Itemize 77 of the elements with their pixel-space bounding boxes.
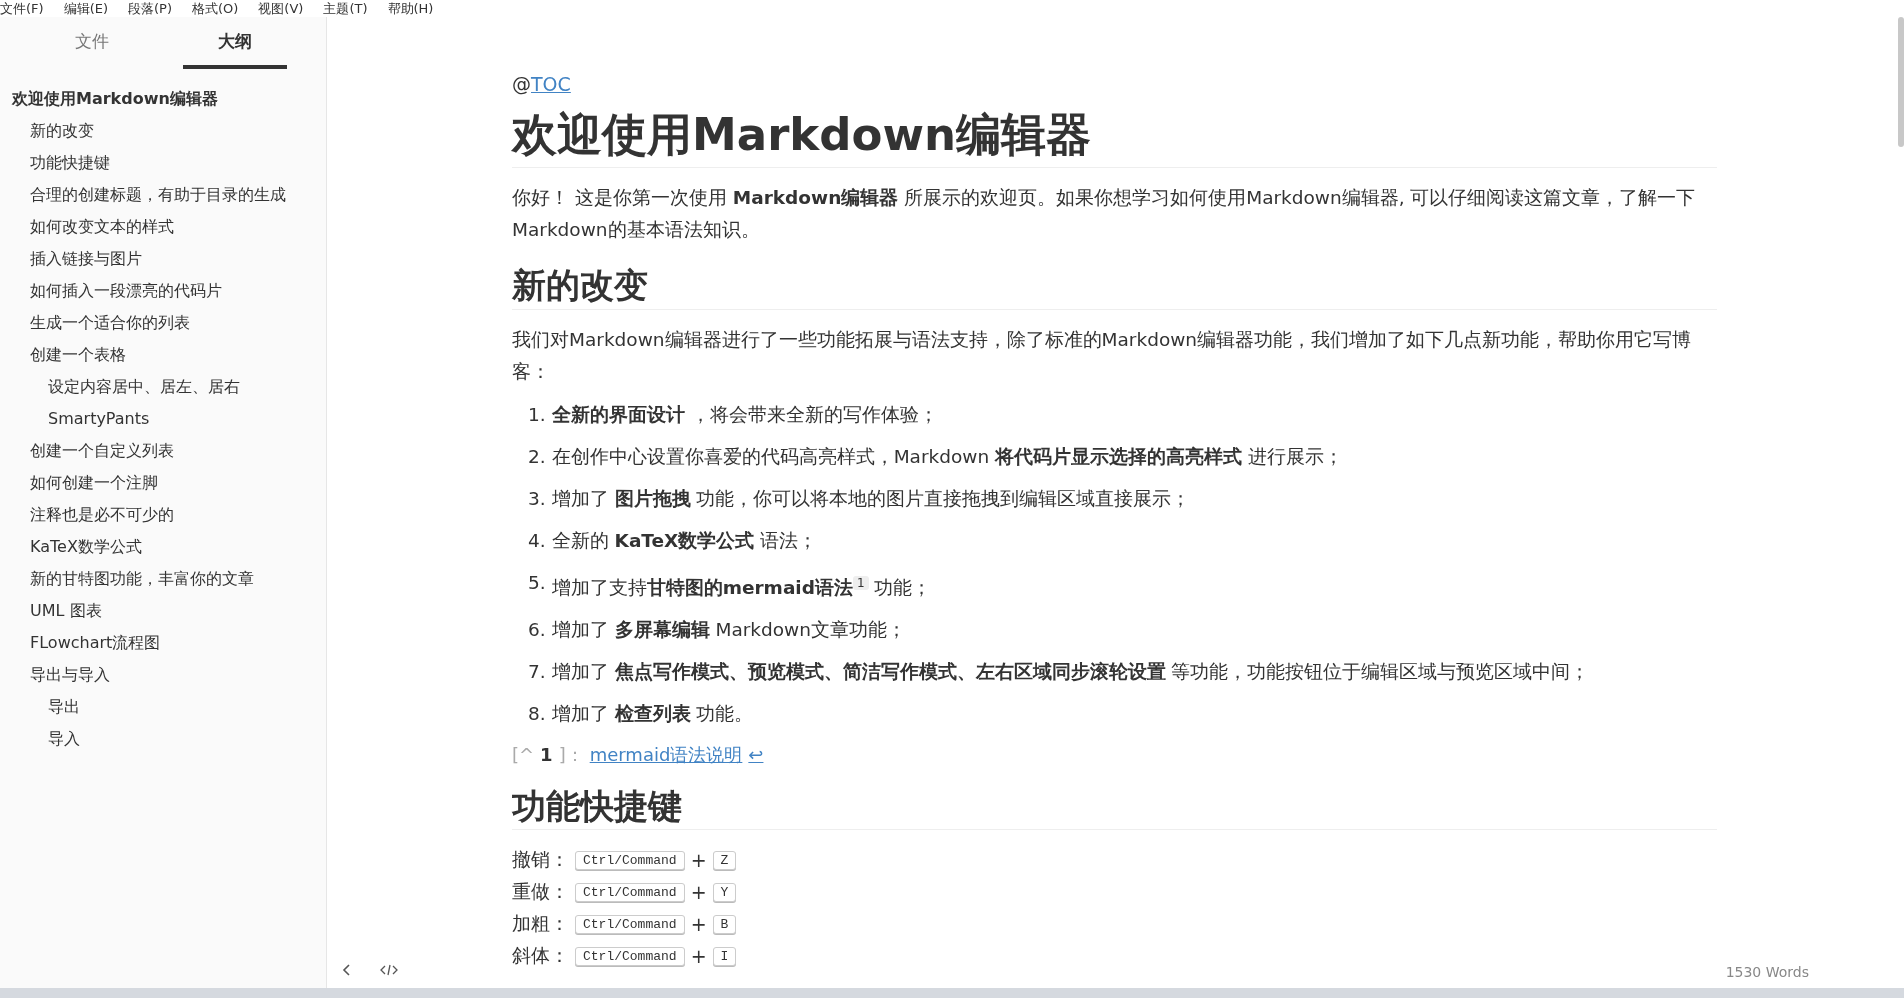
plus-sign: + (690, 881, 707, 904)
shortcut-label: 重做： (512, 879, 569, 905)
footnote-bracket: [^ (512, 743, 535, 765)
code-icon[interactable] (380, 963, 398, 977)
menu-item[interactable]: 视图(V) (258, 1, 304, 16)
key-cap: Ctrl/Command (575, 914, 685, 934)
list-text: 增加了 多屏幕编辑 Markdown文章功能； (551, 617, 906, 642)
toc-prefix: @ (512, 73, 531, 95)
list-number: 4. (528, 528, 546, 553)
outline-item[interactable]: 如何插入一段漂亮的代码片 (0, 275, 326, 307)
word-count: 1530 Words (1725, 964, 1809, 980)
key-cap: Z (712, 850, 737, 870)
outline-item[interactable]: 合理的创建标题，有助于目录的生成 (0, 179, 326, 211)
list-number: 8. (528, 701, 546, 726)
section-heading: 功能快捷键 (512, 784, 1717, 831)
outline-item[interactable]: 设定内容居中、居左、居右 (0, 371, 326, 403)
outline-item[interactable]: 功能快捷键 (0, 147, 326, 179)
scrollbar-thumb[interactable] (1898, 17, 1904, 147)
footnote-number: 1 (540, 743, 553, 765)
outline-item[interactable]: 如何改变文本的样式 (0, 211, 326, 243)
toc-link[interactable]: TOC (531, 73, 571, 95)
menu-item[interactable]: 格式(O) (191, 1, 239, 16)
footnote-back-link[interactable]: ↩ (748, 743, 764, 765)
list-text: 增加了支持甘特图的mermaid语法$^{1}$ 功能； (551, 574, 932, 600)
section-heading: 新的改变 (512, 264, 1717, 310)
shortcut-label: 撤销： (512, 847, 569, 873)
shortcut-label: 加粗： (512, 911, 569, 937)
outline-item[interactable]: 新的改变 (0, 115, 326, 147)
outline-item[interactable]: 生成一个适合你的列表 (0, 307, 326, 339)
list-text: 全新的 KaTeX数学公式 语法； (551, 528, 818, 553)
plus-sign: + (690, 849, 707, 872)
outline-item[interactable]: 导出与导入 (0, 659, 326, 691)
outline-item[interactable]: 新的甘特图功能，丰富你的文章 (0, 563, 326, 595)
outline-item[interactable]: 导入 (0, 723, 326, 755)
section-paragraph: 我们对Markdown编辑器进行了一些功能拓展与语法支持，除了标准的Markdown编辑器功能，我们增加了如下几点新功能，帮助你用它写博客： (512, 327, 1693, 384)
list-text: 增加了 焦点写作模式、预览模式、简洁写作模式、左右区域同步滚轮设置 等功能，功能按钮位于编辑区域与预览区域中间； (551, 659, 1590, 684)
list-number: 5. (528, 570, 546, 595)
list-number: 6. (528, 617, 546, 642)
key-cap: I (712, 946, 737, 966)
outline-item[interactable]: 如何创建一个注脚 (0, 467, 326, 499)
intro-paragraph: 你好！ 这是你第一次使用 Markdown编辑器 所展示的欢迎页。如果你想学习如何使用Markdown编辑器, 可以仔细阅读这篇文章，了解一下Markdown的基本语法知识。 (512, 186, 1697, 243)
menu-item[interactable]: 编辑(E) (63, 1, 108, 16)
list-number: 2. (528, 444, 546, 469)
key-cap: Y (712, 882, 737, 902)
outline-item[interactable]: SmartyPants (0, 403, 326, 435)
list-text: 增加了 图片拖拽 功能，你可以将本地的图片直接拖拽到编辑区域直接展示； (551, 486, 1191, 511)
key-cap: B (712, 914, 737, 934)
sidebar-tab[interactable]: 大纲 (182, 30, 287, 69)
outline-item[interactable]: KaTeX数学公式 (0, 531, 326, 563)
key-cap: Ctrl/Command (575, 850, 685, 870)
outline-item[interactable]: UML 图表 (0, 595, 326, 627)
footnote-link[interactable]: mermaid语法说明 (589, 742, 743, 767)
list-text: 在创作中心设置你喜爱的代码高亮样式，Markdown 将代码片显示选择的高亮样式 进行展示； (551, 444, 1343, 469)
key-cap: Ctrl/Command (575, 882, 685, 902)
plus-sign: + (690, 913, 707, 936)
outline-item[interactable]: 注释也是必不可少的 (0, 499, 326, 531)
outline-item[interactable]: 欢迎使用Markdown编辑器 (0, 83, 326, 115)
list-number: 1. (528, 402, 546, 427)
menu-item[interactable]: 文件(F) (0, 1, 44, 16)
outline-item[interactable]: 导出 (0, 691, 326, 723)
document-title: 欢迎使用Markdown编辑器 (512, 107, 1717, 169)
plus-sign: + (690, 945, 707, 968)
menu-item[interactable]: 帮助(H) (387, 1, 434, 16)
sidebar-tab[interactable]: 文件 (39, 30, 144, 69)
outline-item[interactable]: FLowchart流程图 (0, 627, 326, 659)
list-text: 增加了 检查列表 功能。 (551, 701, 754, 726)
outline-item[interactable]: 插入链接与图片 (0, 243, 326, 275)
footnote-bracket: ]： (558, 742, 584, 767)
list-number: 7. (528, 659, 546, 684)
menu-item[interactable]: 段落(P) (128, 1, 172, 16)
shortcut-label: 斜体： (512, 943, 569, 969)
key-cap: Ctrl/Command (575, 946, 685, 966)
menu-item[interactable]: 主题(T) (323, 1, 368, 16)
list-text: 全新的界面设计 ，将会带来全新的写作体验； (551, 402, 938, 427)
list-number: 3. (528, 486, 546, 511)
outline-item[interactable]: 创建一个自定义列表 (0, 435, 326, 467)
outline-item[interactable]: 创建一个表格 (0, 339, 326, 371)
